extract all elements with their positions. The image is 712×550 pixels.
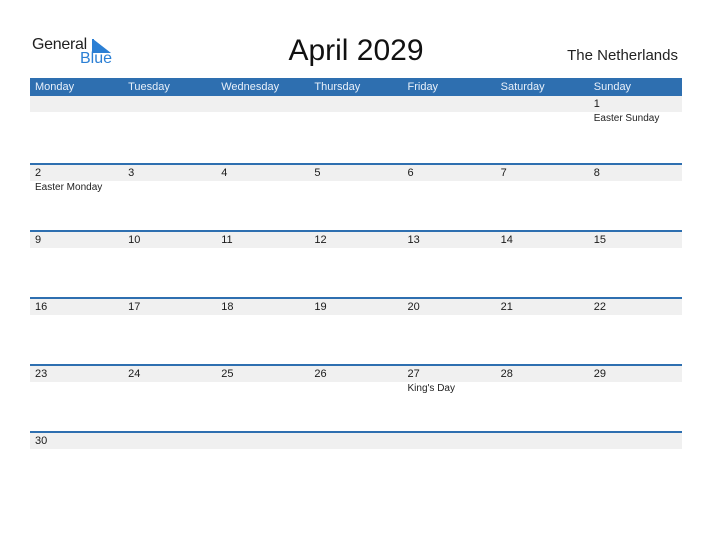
day-cell: 25 <box>216 366 309 431</box>
weekday-wednesday: Wednesday <box>221 81 280 93</box>
day-number: 8 <box>593 167 600 179</box>
day-cell: 23 <box>30 366 123 431</box>
day-number: 6 <box>407 167 414 179</box>
day-number: 30 <box>35 435 48 447</box>
day-number: 29 <box>593 368 606 380</box>
day-cell <box>589 433 682 498</box>
holiday-label: King's Day <box>407 383 456 394</box>
day-number: 1 <box>593 98 600 110</box>
weekday-header: Monday Tuesday Wednesday Thursday Friday… <box>30 78 682 96</box>
weekday-friday: Friday <box>407 81 439 93</box>
week-row: 23 24 25 26 27 King's Day 28 29 <box>30 364 682 431</box>
day-cell <box>123 96 216 163</box>
day-number: 12 <box>314 234 327 246</box>
holiday-label: Easter Monday <box>35 182 103 193</box>
day-number: 13 <box>407 234 420 246</box>
day-number: 3 <box>128 167 135 179</box>
week-row: 16 17 18 19 20 21 22 <box>30 297 682 364</box>
day-number: 4 <box>221 167 228 179</box>
day-number: 7 <box>500 167 507 179</box>
day-number: 24 <box>128 368 141 380</box>
week-row: 9 10 11 12 13 14 15 <box>30 230 682 297</box>
day-cell: 26 <box>309 366 402 431</box>
holiday-label: Easter Sunday <box>593 113 660 124</box>
day-cell: 20 <box>403 299 496 364</box>
day-number: 23 <box>35 368 48 380</box>
day-cell: 5 <box>309 165 402 230</box>
day-cell: 15 <box>589 232 682 297</box>
day-number: 17 <box>128 301 141 313</box>
day-number: 25 <box>221 368 234 380</box>
day-cell: 8 <box>589 165 682 230</box>
day-cell: 1 Easter Sunday <box>589 96 682 163</box>
day-cell: 29 <box>589 366 682 431</box>
day-cell: 12 <box>309 232 402 297</box>
day-cell <box>309 96 402 163</box>
day-number: 16 <box>35 301 48 313</box>
day-cell <box>216 96 309 163</box>
day-number: 11 <box>221 234 233 246</box>
day-number: 15 <box>593 234 606 246</box>
day-cell <box>403 433 496 498</box>
day-cell: 16 <box>30 299 123 364</box>
day-cell: 2 Easter Monday <box>30 165 123 230</box>
day-cell <box>216 433 309 498</box>
day-number: 21 <box>500 301 513 313</box>
day-number: 22 <box>593 301 606 313</box>
week-row: 2 Easter Monday 3 4 5 6 7 8 <box>30 163 682 230</box>
day-cell <box>496 433 589 498</box>
weekday-saturday: Saturday <box>500 81 545 93</box>
day-number: 26 <box>314 368 327 380</box>
week-row: 1 Easter Sunday <box>30 96 682 163</box>
day-cell: 19 <box>309 299 402 364</box>
day-cell: 13 <box>403 232 496 297</box>
calendar-grid: 1 Easter Sunday 2 Easter Monday 3 4 5 6 7 8 9 10 11 1… <box>30 96 682 498</box>
day-cell: 18 <box>216 299 309 364</box>
day-number: 19 <box>314 301 327 313</box>
day-number: 2 <box>35 167 42 179</box>
day-cell <box>30 96 123 163</box>
day-cell: 24 <box>123 366 216 431</box>
day-cell <box>309 433 402 498</box>
day-number: 27 <box>407 368 420 380</box>
day-cell: 30 <box>30 433 123 498</box>
weekday-sunday: Sunday <box>593 81 632 93</box>
day-number: 14 <box>500 234 513 246</box>
day-number: 9 <box>35 234 42 246</box>
country-name: The Netherlands <box>567 47 678 64</box>
day-number: 5 <box>314 167 321 179</box>
weekday-thursday: Thursday <box>314 81 361 93</box>
day-cell: 11 <box>216 232 309 297</box>
day-cell <box>496 96 589 163</box>
day-number: 20 <box>407 301 420 313</box>
day-number: 18 <box>221 301 234 313</box>
day-number: 10 <box>128 234 141 246</box>
day-cell: 28 <box>496 366 589 431</box>
weekday-tuesday: Tuesday <box>128 81 170 93</box>
weekday-monday: Monday <box>35 81 75 93</box>
day-cell <box>403 96 496 163</box>
day-cell: 17 <box>123 299 216 364</box>
week-row: 30 <box>30 431 682 498</box>
day-cell <box>123 433 216 498</box>
day-cell: 7 <box>496 165 589 230</box>
day-cell: 9 <box>30 232 123 297</box>
day-number: 28 <box>500 368 513 380</box>
day-cell: 6 <box>403 165 496 230</box>
day-cell: 10 <box>123 232 216 297</box>
day-cell: 27 King's Day <box>403 366 496 431</box>
day-cell: 21 <box>496 299 589 364</box>
day-cell: 3 <box>123 165 216 230</box>
day-cell: 14 <box>496 232 589 297</box>
day-cell: 22 <box>589 299 682 364</box>
day-cell: 4 <box>216 165 309 230</box>
